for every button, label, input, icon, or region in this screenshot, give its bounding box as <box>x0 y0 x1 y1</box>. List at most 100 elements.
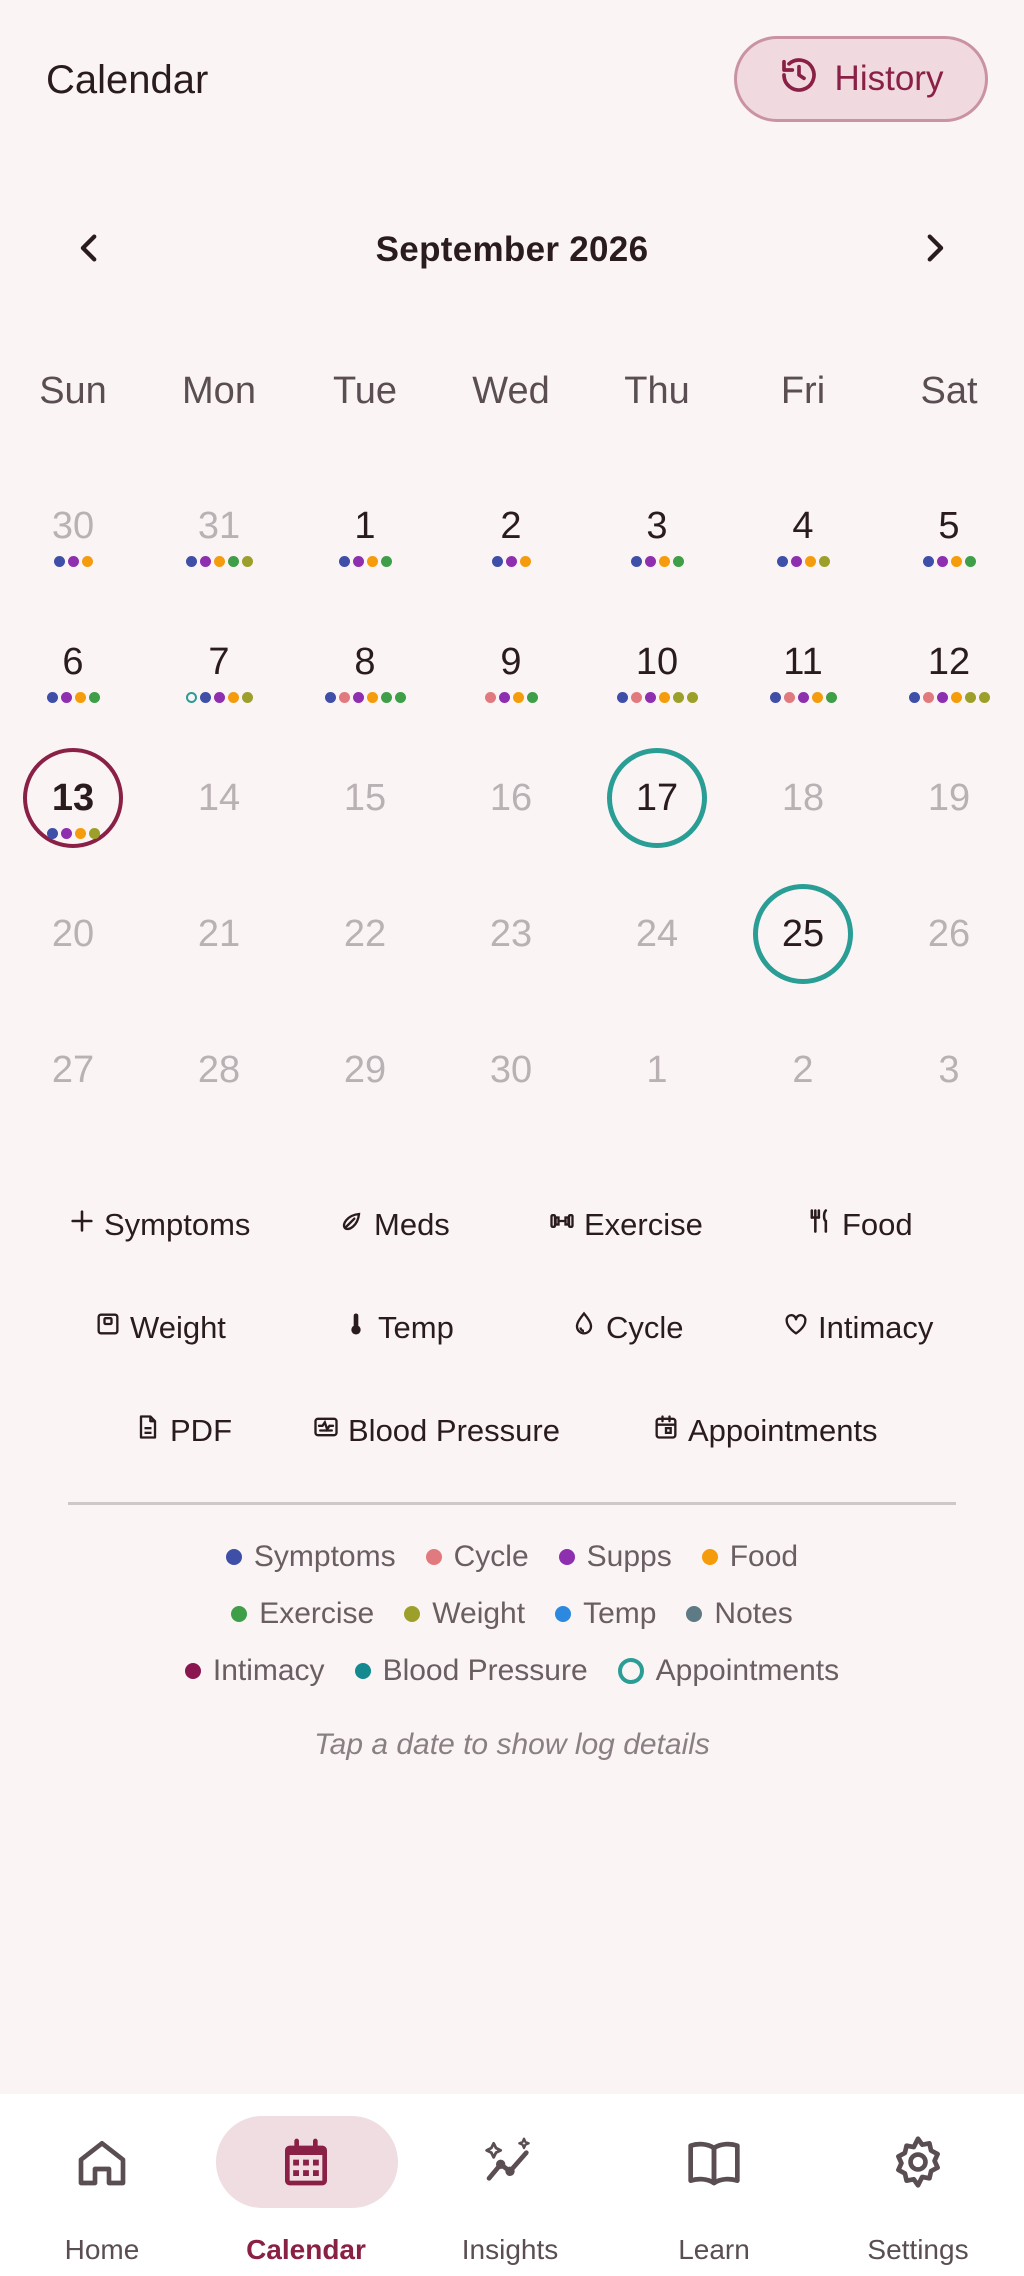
calendar-day[interactable]: 8 <box>292 612 438 748</box>
log-indicators <box>0 556 146 570</box>
legend-row: Exercise Weight Temp Notes <box>0 1597 1024 1631</box>
nav-label: Insights <box>461 2234 559 2265</box>
log-indicators <box>730 556 876 570</box>
date-number: 3 <box>938 1048 960 1091</box>
calendar-day[interactable]: 1 <box>292 476 438 612</box>
calendar-day[interactable]: 14 <box>146 748 292 884</box>
calendar-day[interactable]: 11 <box>730 612 876 748</box>
legend-dot <box>558 1549 575 1565</box>
log-symptoms-button[interactable]: Symptoms <box>68 1195 250 1255</box>
date-number: 27 <box>51 1048 95 1091</box>
log-indicators <box>0 692 146 706</box>
indicator-dot-cycle <box>783 692 795 703</box>
book-icon <box>612 2132 816 2192</box>
calendar-day[interactable]: 13 <box>0 748 146 884</box>
log-cycle-button[interactable]: Cycle <box>570 1298 684 1358</box>
calendar-day[interactable]: 22 <box>292 884 438 1020</box>
calendar-day[interactable]: 28 <box>146 1020 292 1156</box>
date-number: 15 <box>343 776 387 819</box>
calendar-day[interactable]: 26 <box>876 884 1022 1020</box>
appointment-date-number: 17 <box>607 748 707 848</box>
calendar-day[interactable]: 9 <box>438 612 584 748</box>
indicator-dot-weight <box>964 692 976 703</box>
indicator-dot-symptoms <box>199 692 211 703</box>
indicator-dot-food <box>74 692 86 703</box>
calendar-day[interactable]: 24 <box>584 884 730 1020</box>
quick-action-label: Temp <box>378 1310 454 1345</box>
dumbbell-icon <box>548 1207 576 1243</box>
export-pdf-button[interactable]: PDF <box>134 1401 232 1461</box>
calendar-day[interactable]: 23 <box>438 884 584 1020</box>
calendar-day[interactable]: 19 <box>876 748 1022 884</box>
calendar-day[interactable]: 4 <box>730 476 876 612</box>
indicator-dot-cycle <box>922 692 934 703</box>
indicator-dot-food <box>81 556 93 567</box>
legend-label: Temp <box>583 1597 657 1630</box>
log-meds-button[interactable]: Meds <box>338 1195 450 1255</box>
thermometer-icon <box>342 1310 370 1346</box>
calendar-day[interactable]: 25 <box>730 884 876 1020</box>
log-appointments-button[interactable]: Appointments <box>652 1401 878 1461</box>
indicator-dot-exercise <box>825 692 837 703</box>
calendar-day[interactable]: 6 <box>0 612 146 748</box>
legend-item-notes: Notes <box>686 1597 793 1631</box>
legend-item-cycle: Cycle <box>425 1540 529 1574</box>
calendar-day[interactable]: 3 <box>876 1020 1022 1156</box>
calendar-day[interactable]: 12 <box>876 612 1022 748</box>
calendar-day[interactable]: 10 <box>584 612 730 748</box>
calendar-day[interactable]: 3 <box>584 476 730 612</box>
indicator-dot-food <box>512 692 524 703</box>
nav-item-calendar[interactable]: Calendar <box>204 2094 408 2276</box>
indicator-dot-symptoms <box>616 692 628 703</box>
calendar-day[interactable]: 16 <box>438 748 584 884</box>
calendar-day[interactable]: 5 <box>876 476 1022 612</box>
calendar-day[interactable]: 18 <box>730 748 876 884</box>
indicator-dot-weight <box>686 692 698 703</box>
legend-dot <box>225 1549 242 1565</box>
legend-item-weight: Weight <box>404 1597 525 1631</box>
log-blood-pressure-button[interactable]: Blood Pressure <box>312 1401 560 1461</box>
log-weight-button[interactable]: Weight <box>94 1298 226 1358</box>
indicator-dot-symptoms <box>908 692 920 703</box>
legend-label: Intimacy <box>212 1654 325 1687</box>
nav-item-insights[interactable]: Insights <box>408 2094 612 2276</box>
legend-label: Blood Pressure <box>382 1654 588 1687</box>
indicator-dot-symptoms <box>630 556 642 567</box>
calendar-day[interactable]: 2 <box>730 1020 876 1156</box>
quick-action-label: Appointments <box>688 1413 878 1448</box>
legend-label: Cycle <box>453 1540 529 1573</box>
calendar-icon <box>652 1413 680 1449</box>
log-food-button[interactable]: Food <box>806 1195 913 1255</box>
calendar-day[interactable]: 30 <box>0 476 146 612</box>
calendar-day[interactable]: 17 <box>584 748 730 884</box>
calendar-day[interactable]: 15 <box>292 748 438 884</box>
calendar-day[interactable]: 31 <box>146 476 292 612</box>
log-temp-button[interactable]: Temp <box>342 1298 454 1358</box>
indicator-dot-supps <box>498 692 510 703</box>
legend-item-food: Food <box>701 1540 798 1574</box>
log-exercise-button[interactable]: Exercise <box>548 1195 703 1255</box>
nav-item-settings[interactable]: Settings <box>816 2094 1020 2276</box>
legend-item-supps: Supps <box>558 1540 672 1574</box>
indicator-dot-symptoms <box>324 692 336 703</box>
calendar-day[interactable]: 29 <box>292 1020 438 1156</box>
divider <box>68 1502 956 1505</box>
quick-action-label: Intimacy <box>818 1310 934 1345</box>
nav-item-learn[interactable]: Learn <box>612 2094 816 2276</box>
indicator-dot-symptoms <box>53 556 65 567</box>
indicator-dot-food <box>519 556 531 567</box>
nav-item-home[interactable]: Home <box>0 2094 204 2276</box>
indicator-dot-supps <box>213 692 225 703</box>
calendar-day[interactable]: 7 <box>146 612 292 748</box>
calendar-day[interactable]: 1 <box>584 1020 730 1156</box>
calendar-day[interactable]: 2 <box>438 476 584 612</box>
indicator-dot-cycle <box>338 692 350 703</box>
log-intimacy-button[interactable]: Intimacy <box>782 1298 933 1358</box>
calendar-day[interactable]: 20 <box>0 884 146 1020</box>
calendar-day[interactable]: 27 <box>0 1020 146 1156</box>
legend-item-intimacy: Intimacy <box>184 1654 325 1688</box>
quick-action-label: Meds <box>374 1207 450 1242</box>
calendar-day[interactable]: 21 <box>146 884 292 1020</box>
calendar-day[interactable]: 30 <box>438 1020 584 1156</box>
legend-label: Appointments <box>655 1654 840 1687</box>
